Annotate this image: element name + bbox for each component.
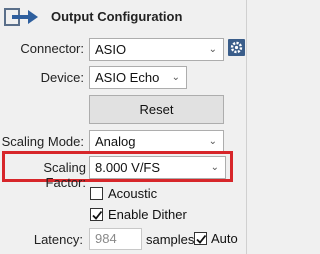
acoustic-label: Acoustic <box>108 186 158 201</box>
chevron-down-icon: ⌄ <box>208 136 217 147</box>
connector-dropdown[interactable]: ASIO ⌄ <box>89 38 224 61</box>
device-value: ASIO Echo <box>95 70 160 85</box>
checkmark-icon <box>196 234 207 244</box>
reset-button[interactable]: Reset <box>89 95 224 124</box>
connector-label: Connector: <box>20 41 84 56</box>
scaling-mode-label: Scaling Mode: <box>1 134 84 149</box>
scaling-mode-value: Analog <box>95 134 136 149</box>
connector-value: ASIO <box>95 42 127 57</box>
gear-icon[interactable] <box>228 39 245 56</box>
chevron-down-icon: ⌄ <box>210 162 219 173</box>
panel-header: Output Configuration <box>0 0 246 34</box>
enable-dither-checkbox[interactable] <box>90 208 103 221</box>
scaling-factor-value: 8.000 V/FS <box>95 160 161 175</box>
checkmark-icon <box>92 210 103 220</box>
auto-label: Auto <box>211 231 238 246</box>
output-configuration-panel: Output Configuration Connector: ASIO ⌄ D… <box>0 0 247 254</box>
device-label: Device: <box>40 70 84 85</box>
acoustic-checkbox[interactable] <box>90 187 103 200</box>
auto-checkbox[interactable] <box>194 232 207 245</box>
chevron-down-icon: ⌄ <box>208 44 217 55</box>
output-arrow-icon <box>4 8 38 26</box>
chevron-down-icon: ⌄ <box>171 72 180 83</box>
latency-unit: samples <box>146 232 195 247</box>
device-dropdown[interactable]: ASIO Echo ⌄ <box>89 66 187 89</box>
scaling-factor-dropdown[interactable]: 8.000 V/FS ⌄ <box>89 156 226 179</box>
enable-dither-label: Enable Dither <box>108 207 187 222</box>
latency-value: 984 <box>95 231 117 246</box>
panel-title: Output Configuration <box>51 9 183 24</box>
scaling-mode-dropdown[interactable]: Analog ⌄ <box>89 130 224 153</box>
scaling-factor-label: Scaling Factor: <box>43 160 86 190</box>
latency-label: Latency: <box>33 232 83 247</box>
latency-input[interactable]: 984 <box>89 228 142 250</box>
